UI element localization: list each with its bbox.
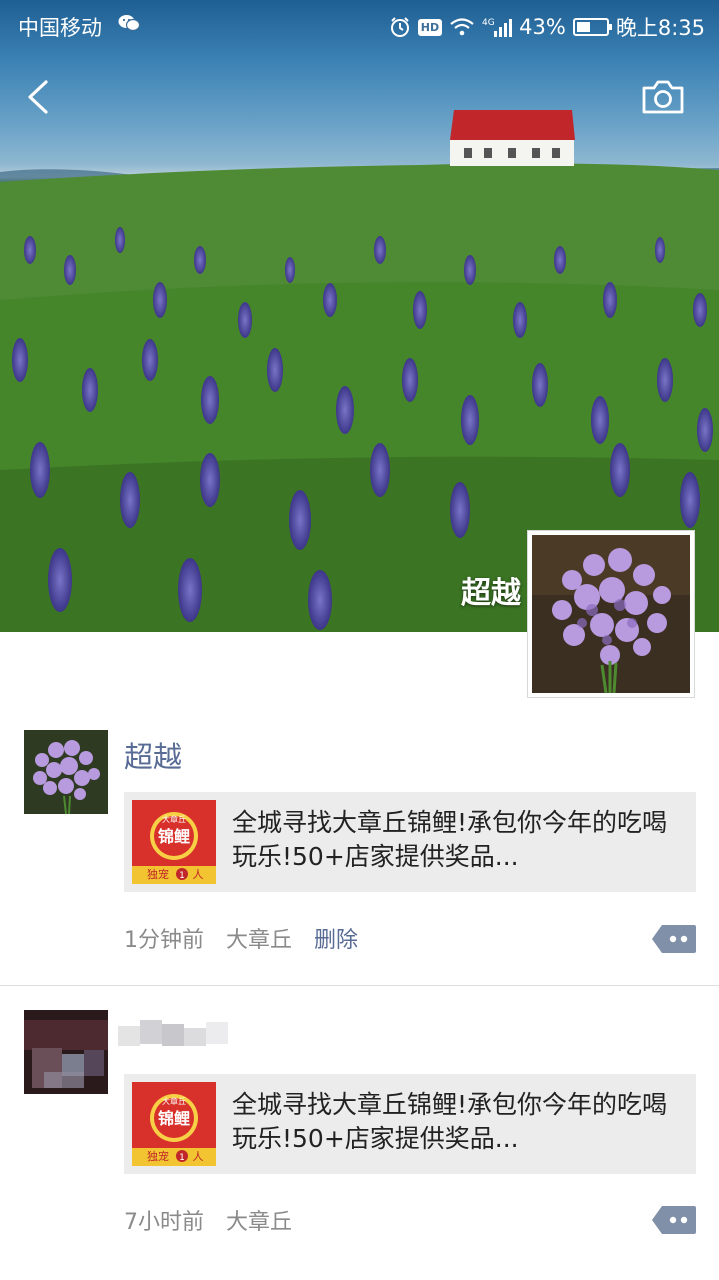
thumb-badge-text: 1 bbox=[179, 1153, 185, 1163]
signal-icon: 4G bbox=[482, 18, 513, 37]
profile-avatar[interactable] bbox=[527, 530, 695, 698]
comment-button[interactable] bbox=[652, 923, 696, 955]
clock: 晚上8:35 bbox=[615, 16, 705, 40]
post-meta: 1分钟前 大章丘 删除 bbox=[124, 922, 358, 954]
thumb-main-text: 锦鲤 bbox=[158, 827, 190, 846]
camera-button[interactable] bbox=[638, 76, 688, 120]
comment-icon bbox=[652, 1206, 696, 1234]
link-title: 全城寻找大章丘锦鲤!承包你今年的吃喝玩乐!50+店家提供奖品... bbox=[232, 1090, 668, 1153]
thumb-suffix-text: 人 bbox=[193, 1150, 204, 1163]
post-time: 1分钟前 bbox=[124, 928, 204, 953]
wifi-icon bbox=[450, 18, 474, 36]
moment-post: 超越 大章丘 锦鲤 独宠 1 人 全城寻找大章丘锦鲤!承包你今年的吃喝玩乐!50… bbox=[0, 728, 719, 986]
purple-flowers-avatar-image bbox=[24, 730, 108, 814]
link-thumbnail: 大章丘 锦鲤 独宠 1 人 bbox=[132, 1082, 216, 1166]
author-avatar[interactable] bbox=[24, 730, 108, 814]
carrier-name: 中国移动 bbox=[18, 16, 102, 40]
moment-post: 大章丘 锦鲤 独宠 1 人 全城寻找大章丘锦鲤!承包你今年的吃喝玩乐!50+店家… bbox=[0, 1008, 719, 1280]
comment-button[interactable] bbox=[652, 1204, 696, 1236]
thumb-bottom-text: 独宠 bbox=[147, 1149, 169, 1163]
shared-link-card[interactable]: 大章丘 锦鲤 独宠 1 人 全城寻找大章丘锦鲤!承包你今年的吃喝玩乐!50+店家… bbox=[124, 792, 696, 892]
thumb-top-text: 大章丘 bbox=[162, 814, 186, 824]
link-title: 全城寻找大章丘锦鲤!承包你今年的吃喝玩乐!50+店家提供奖品... bbox=[232, 808, 668, 871]
thumb-main-text: 锦鲤 bbox=[158, 1109, 190, 1128]
red-roof-house bbox=[450, 110, 575, 166]
back-button[interactable] bbox=[18, 70, 62, 122]
battery-icon bbox=[572, 18, 612, 36]
alarm-icon bbox=[390, 17, 409, 37]
status-bar: 中国移动 HD 4G 43% 晚上8:35 bbox=[0, 0, 719, 50]
post-location[interactable]: 大章丘 bbox=[226, 1204, 292, 1236]
author-avatar[interactable] bbox=[24, 1010, 108, 1094]
shared-link-card[interactable]: 大章丘 锦鲤 独宠 1 人 全城寻找大章丘锦鲤!承包你今年的吃喝玩乐!50+店家… bbox=[124, 1074, 696, 1174]
thumb-badge-text: 1 bbox=[179, 871, 185, 881]
link-thumbnail: 大章丘 锦鲤 独宠 1 人 bbox=[132, 800, 216, 884]
profile-name: 超越 bbox=[461, 576, 521, 611]
thumb-top-text: 大章丘 bbox=[162, 1096, 186, 1106]
wechat-icon bbox=[118, 15, 140, 32]
blurred-author-name[interactable] bbox=[118, 1016, 248, 1054]
blurred-avatar-image bbox=[24, 1010, 108, 1094]
purple-flowers-avatar-image bbox=[532, 535, 690, 693]
delete-link[interactable]: 删除 bbox=[314, 922, 358, 954]
thumb-suffix-text: 人 bbox=[193, 868, 204, 881]
author-name[interactable]: 超越 bbox=[124, 734, 182, 776]
back-arrow-icon bbox=[28, 80, 48, 114]
camera-icon bbox=[642, 80, 684, 114]
battery-percent: 43% bbox=[519, 15, 566, 39]
comment-icon bbox=[652, 925, 696, 953]
thumb-bottom-text: 独宠 bbox=[147, 867, 169, 881]
network-type: 4G bbox=[482, 18, 495, 28]
status-icons: HD 4G 43% 晚上8:35 bbox=[389, 12, 705, 42]
hd-badge: HD bbox=[417, 18, 443, 36]
post-meta: 7小时前 大章丘 bbox=[124, 1204, 292, 1236]
post-location[interactable]: 大章丘 bbox=[226, 922, 292, 954]
post-time: 7小时前 bbox=[124, 1210, 204, 1235]
